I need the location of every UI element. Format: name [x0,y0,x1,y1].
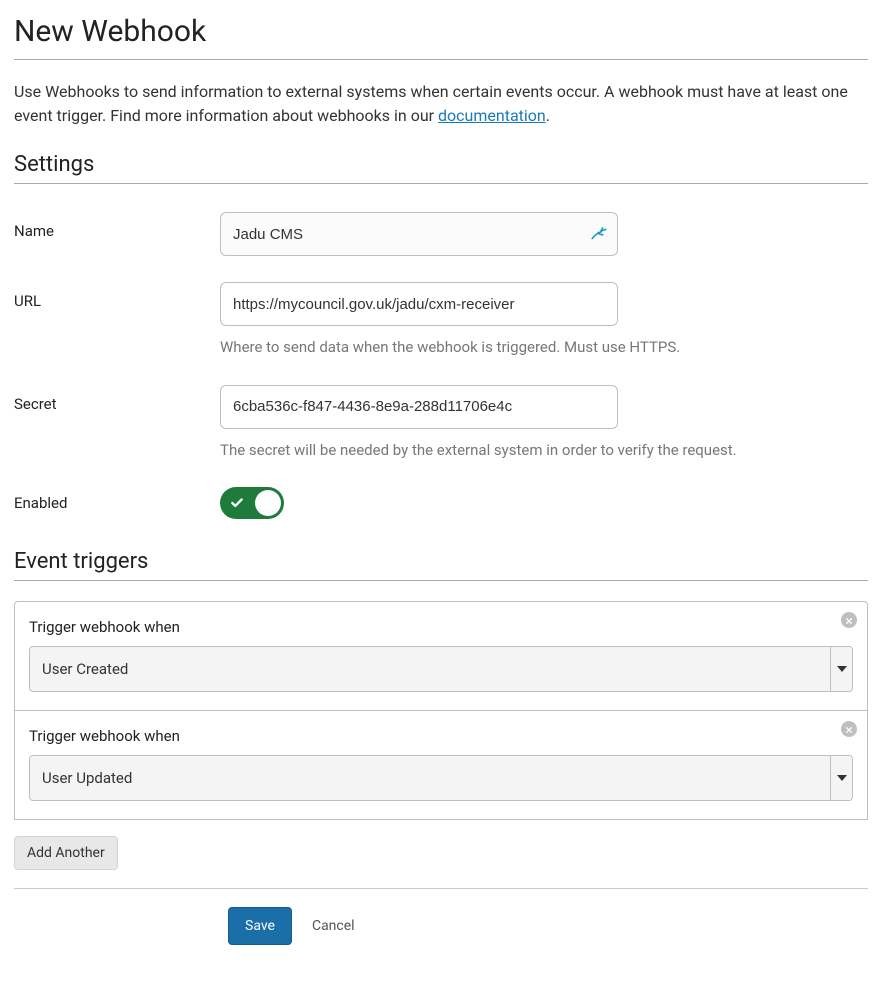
secret-help-text: The secret will be needed by the externa… [220,439,868,462]
secret-input[interactable] [220,385,618,429]
remove-trigger-button[interactable] [841,721,857,737]
url-input[interactable] [220,282,618,326]
name-label: Name [14,212,220,240]
page-title: New Webhook [14,14,868,49]
documentation-link[interactable]: documentation [438,106,546,125]
autofill-indicator-icon [590,225,608,243]
intro-text-post: . [546,106,550,125]
event-triggers-heading: Event triggers [14,549,868,574]
remove-trigger-button[interactable] [841,612,857,628]
trigger-select[interactable]: User Updated [29,755,853,801]
url-help-text: Where to send data when the webhook is t… [220,336,868,359]
trigger-card: Trigger webhook when User Created [14,601,868,711]
trigger-select-value: User Created [30,647,830,691]
close-icon [845,720,853,738]
cancel-button[interactable]: Cancel [300,907,367,945]
url-label: URL [14,282,220,310]
trigger-select-value: User Updated [30,756,830,800]
trigger-card: Trigger webhook when User Updated [14,711,868,820]
save-button[interactable]: Save [228,907,292,945]
chevron-down-icon [830,647,852,691]
chevron-down-icon [830,756,852,800]
settings-divider [14,183,868,184]
add-another-button[interactable]: Add Another [14,836,118,870]
title-divider [14,59,868,60]
toggle-knob [255,490,281,516]
trigger-label: Trigger webhook when [29,618,853,636]
check-icon [230,496,244,510]
intro-text-pre: Use Webhooks to send information to exte… [14,82,848,125]
trigger-select[interactable]: User Created [29,646,853,692]
intro-text: Use Webhooks to send information to exte… [14,80,868,128]
trigger-label: Trigger webhook when [29,727,853,745]
secret-label: Secret [14,385,220,413]
close-icon [845,611,853,629]
name-input[interactable] [220,212,618,256]
enabled-toggle[interactable] [220,487,284,519]
settings-heading: Settings [14,152,868,177]
enabled-label: Enabled [14,487,220,512]
triggers-divider [14,580,868,581]
